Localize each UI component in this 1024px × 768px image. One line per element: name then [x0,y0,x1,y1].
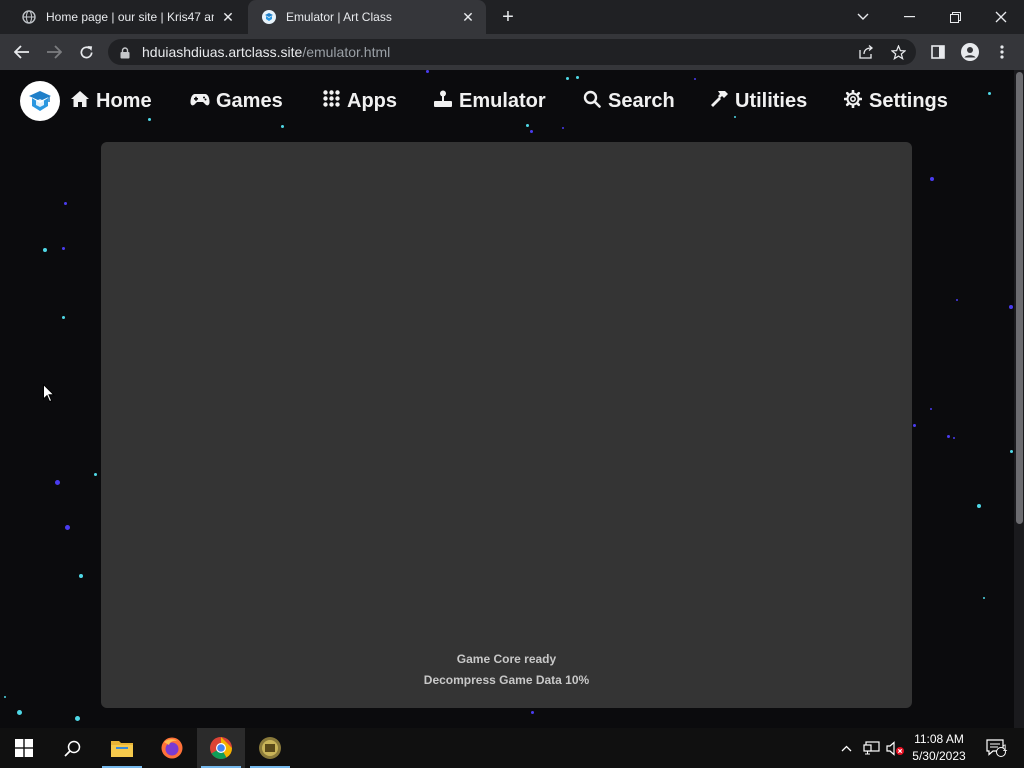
profile-icon[interactable] [958,40,982,64]
nav-apps[interactable]: Apps [321,86,397,116]
taskbar-clock[interactable]: 11:08 AM 5/30/2023 [904,731,974,765]
nav-utilities[interactable]: Utilities [709,86,807,116]
share-icon[interactable] [854,40,878,64]
hammer-icon [709,89,729,114]
scrollbar-thumb[interactable] [1016,72,1023,524]
clock-time: 11:08 AM [914,732,964,746]
tab-emulator[interactable]: Emulator | Art Class ✕ [248,0,486,34]
tab-title: Emulator | Art Class [286,10,392,24]
taskbar-search-button[interactable] [48,728,96,768]
nav-settings[interactable]: Settings [843,86,948,116]
close-window-icon[interactable] [978,0,1024,34]
network-icon[interactable] [860,728,882,768]
clock-date: 5/30/2023 [912,749,966,763]
nav-search[interactable]: Search [582,86,675,116]
lock-icon [120,46,130,58]
taskbar-file-explorer[interactable] [98,728,146,768]
folder-icon [111,741,133,757]
search-icon [63,740,80,757]
taskbar-chrome[interactable] [197,728,245,768]
close-tab-icon[interactable]: ✕ [220,9,236,26]
nav-home[interactable]: Home [70,86,152,116]
nav-home-label: Home [96,89,152,112]
windows-taskbar: 11:08 AM 5/30/2023 1 [0,728,1024,768]
tab-title: Home page | our site | Kris47 and [46,10,214,24]
taskbar-game-app[interactable] [246,728,294,768]
nav-emulator[interactable]: Emulator [433,86,546,116]
firefox-icon [161,737,183,759]
notification-count: 1 [1002,743,1008,753]
site-favicon-icon [262,10,276,24]
gear-icon [843,89,863,113]
show-hidden-icons-chevron-icon[interactable] [836,728,856,768]
search-icon [582,90,602,113]
browser-menu-icon[interactable] [990,40,1014,64]
chrome-icon [210,737,232,759]
nav-games-label: Games [216,89,283,112]
taskbar-firefox[interactable] [148,728,196,768]
restore-icon[interactable] [932,0,978,34]
nav-search-label: Search [608,89,675,112]
url-host: hduiashdiuas.artclass.site [142,44,303,60]
joystick-icon [433,90,453,113]
nav-apps-label: Apps [347,89,397,112]
mouse-cursor-icon [43,383,56,408]
action-center-button[interactable]: 1 [980,728,1012,768]
browser-tab-bar: Home page | our site | Kris47 and ✕ Emul… [0,0,1024,34]
browser-toolbar: hduiashdiuas.artclass.site/emulator.html [0,34,1024,70]
tab-search-chevron-icon[interactable] [840,0,886,34]
home-icon [70,90,90,113]
nav-emulator-label: Emulator [459,89,546,112]
new-tab-button[interactable]: + [496,6,520,28]
volume-muted-icon[interactable] [884,728,906,768]
grid-icon [321,90,341,112]
art-class-logo-icon [29,91,51,111]
address-bar[interactable]: hduiashdiuas.artclass.site/emulator.html [108,39,916,65]
nav-settings-label: Settings [869,89,948,112]
site-logo[interactable] [20,81,60,121]
side-panel-icon[interactable] [926,40,950,64]
emulator-status-decompress: Decompress Game Data 10% [423,673,590,687]
site-navbar: Home Games Apps Emulator Search Utilitie… [0,70,1014,132]
gamepad-icon [190,91,210,112]
nav-utilities-label: Utilities [735,89,808,112]
tab-home-page[interactable]: Home page | our site | Kris47 and ✕ [8,0,246,34]
windows-logo-icon [15,739,33,757]
emulator-status-core: Game Core ready [456,652,557,666]
close-tab-icon[interactable]: ✕ [460,9,476,26]
page-viewport: Home Games Apps Emulator Search Utilitie… [0,70,1024,728]
forward-icon[interactable] [42,40,66,64]
url-path: /emulator.html [302,44,391,60]
bookmark-star-icon[interactable] [886,40,910,64]
globe-icon [22,10,36,24]
minimize-icon[interactable] [886,0,932,34]
back-icon[interactable] [10,40,34,64]
reload-icon[interactable] [74,40,98,64]
nav-games[interactable]: Games [190,86,283,116]
start-button[interactable] [0,728,48,768]
game-app-icon [259,737,281,759]
page-scrollbar[interactable] [1014,70,1024,728]
emulator-canvas[interactable]: Game Core ready Decompress Game Data 10% [101,142,912,708]
